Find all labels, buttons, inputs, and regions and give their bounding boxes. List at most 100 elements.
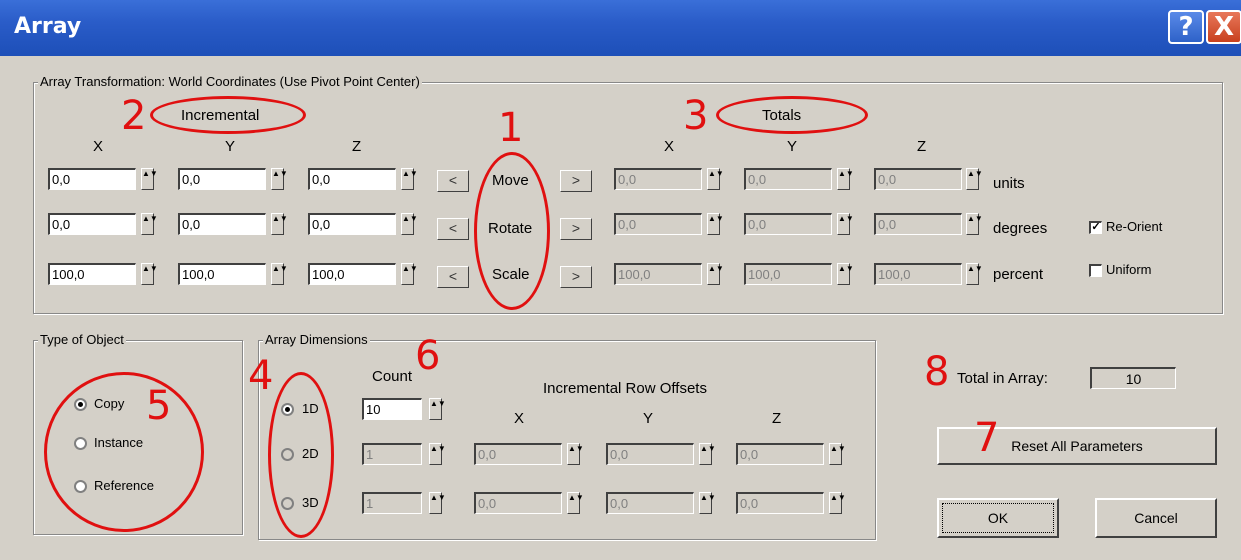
ok-button[interactable]: OK [937, 498, 1059, 538]
tot-axis-z: Z [917, 138, 927, 155]
move-tot-y-spinner: ▲▼ [837, 168, 854, 190]
title-bar: Array ? X [0, 0, 1241, 56]
window-title: Array [14, 14, 82, 39]
rotate-right-button[interactable]: > [560, 218, 592, 240]
offset-3d-y-field: 0,0 [606, 492, 694, 514]
array-dimensions-label: Array Dimensions [263, 332, 370, 347]
annotation-number-3: 3 [683, 93, 709, 139]
annotation-number-4: 4 [248, 353, 274, 399]
scale-inc-z-field[interactable]: 100,0 [308, 263, 396, 285]
count-1d-spinner[interactable]: ▲▼ [429, 398, 446, 420]
close-icon[interactable]: X [1206, 10, 1241, 44]
annotation-number-1: 1 [498, 105, 524, 151]
rotate-tot-z-field: 0,0 [874, 213, 962, 235]
cancel-button[interactable]: Cancel [1095, 498, 1217, 538]
rotate-tot-x-field: 0,0 [614, 213, 702, 235]
scale-tot-x-spinner: ▲▼ [707, 263, 724, 285]
offset-2d-y-field: 0,0 [606, 443, 694, 465]
help-icon[interactable]: ? [1168, 10, 1204, 44]
scale-inc-x-field[interactable]: 100,0 [48, 263, 136, 285]
move-inc-y-spinner[interactable]: ▲▼ [271, 168, 288, 190]
offset-2d-x-spinner: ▲▼ [567, 443, 584, 465]
annotation-number-6: 6 [415, 333, 441, 379]
scale-tot-y-spinner: ▲▼ [837, 263, 854, 285]
count-label: Count [372, 368, 413, 385]
scale-tot-z-spinner: ▲▼ [966, 263, 983, 285]
rotate-inc-z-field[interactable]: 0,0 [308, 213, 396, 235]
total-in-array-value: 10 [1090, 367, 1176, 389]
rotate-tot-z-spinner: ▲▼ [966, 213, 983, 235]
move-left-button[interactable]: < [437, 170, 469, 192]
rotate-inc-x-spinner[interactable]: ▲▼ [141, 213, 158, 235]
rotate-tot-y-spinner: ▲▼ [837, 213, 854, 235]
uniform-checkbox[interactable] [1089, 264, 1102, 277]
rotate-tot-x-spinner: ▲▼ [707, 213, 724, 235]
rotate-inc-z-spinner[interactable]: ▲▼ [401, 213, 418, 235]
offset-axis-z: Z [772, 410, 782, 427]
offset-3d-x-spinner: ▲▼ [567, 492, 584, 514]
offset-axis-x: X [514, 410, 525, 427]
annotation-ellipse-totals [716, 96, 868, 134]
type-of-object-label: Type of Object [38, 332, 126, 347]
annotation-number-8: 8 [924, 349, 950, 395]
move-inc-z-field[interactable]: 0,0 [308, 168, 396, 190]
move-tot-z-field: 0,0 [874, 168, 962, 190]
reorient-label: Re-Orient [1106, 219, 1163, 234]
inc-axis-y: Y [225, 138, 236, 155]
offset-2d-y-spinner: ▲▼ [699, 443, 716, 465]
rotate-left-button[interactable]: < [437, 218, 469, 240]
rotate-tot-y-field: 0,0 [744, 213, 832, 235]
scale-right-button[interactable]: > [560, 266, 592, 288]
move-inc-x-field[interactable]: 0,0 [48, 168, 136, 190]
count-3d-field: 1 [362, 492, 422, 514]
annotation-ellipse-dimensions [268, 372, 334, 538]
scale-tot-x-field: 100,0 [614, 263, 702, 285]
tot-axis-y: Y [787, 138, 798, 155]
tot-axis-x: X [664, 138, 675, 155]
move-tot-x-spinner: ▲▼ [707, 168, 724, 190]
uniform-label: Uniform [1106, 262, 1152, 277]
rotate-inc-x-field[interactable]: 0,0 [48, 213, 136, 235]
offset-3d-z-field: 0,0 [736, 492, 824, 514]
scale-unit: percent [993, 266, 1044, 283]
annotation-number-5: 5 [146, 383, 172, 429]
count-2d-field: 1 [362, 443, 422, 465]
move-inc-x-spinner[interactable]: ▲▼ [141, 168, 158, 190]
offset-2d-z-field: 0,0 [736, 443, 824, 465]
move-tot-x-field: 0,0 [614, 168, 702, 190]
scale-inc-y-spinner[interactable]: ▲▼ [271, 263, 288, 285]
array-transformation-label: Array Transformation: World Coordinates … [38, 74, 422, 89]
annotation-ellipse-incremental [150, 96, 306, 134]
rotate-inc-y-field[interactable]: 0,0 [178, 213, 266, 235]
total-in-array-label: Total in Array: [957, 370, 1048, 387]
reorient-checkbox[interactable]: ✓ [1089, 221, 1102, 234]
scale-inc-y-field[interactable]: 100,0 [178, 263, 266, 285]
move-tot-y-field: 0,0 [744, 168, 832, 190]
count-3d-spinner: ▲▼ [429, 492, 446, 514]
offset-3d-y-spinner: ▲▼ [699, 492, 716, 514]
annotation-number-2: 2 [121, 93, 147, 139]
annotation-number-7: 7 [974, 415, 1000, 461]
count-1d-field[interactable]: 10 [362, 398, 422, 420]
scale-tot-z-field: 100,0 [874, 263, 962, 285]
scale-inc-z-spinner[interactable]: ▲▼ [401, 263, 418, 285]
offset-2d-z-spinner: ▲▼ [829, 443, 846, 465]
scale-tot-y-field: 100,0 [744, 263, 832, 285]
move-unit: units [993, 175, 1025, 192]
rotate-inc-y-spinner[interactable]: ▲▼ [271, 213, 288, 235]
offset-3d-x-field: 0,0 [474, 492, 562, 514]
rotate-unit: degrees [993, 220, 1048, 237]
offset-2d-x-field: 0,0 [474, 443, 562, 465]
offset-3d-z-spinner: ▲▼ [829, 492, 846, 514]
annotation-ellipse-operations [474, 152, 550, 310]
inc-axis-x: X [93, 138, 104, 155]
offsets-label: Incremental Row Offsets [543, 380, 707, 397]
scale-left-button[interactable]: < [437, 266, 469, 288]
offset-axis-y: Y [643, 410, 654, 427]
move-inc-z-spinner[interactable]: ▲▼ [401, 168, 418, 190]
scale-inc-x-spinner[interactable]: ▲▼ [141, 263, 158, 285]
move-right-button[interactable]: > [560, 170, 592, 192]
count-2d-spinner: ▲▼ [429, 443, 446, 465]
annotation-ellipse-type-of-object [44, 372, 204, 532]
move-inc-y-field[interactable]: 0,0 [178, 168, 266, 190]
